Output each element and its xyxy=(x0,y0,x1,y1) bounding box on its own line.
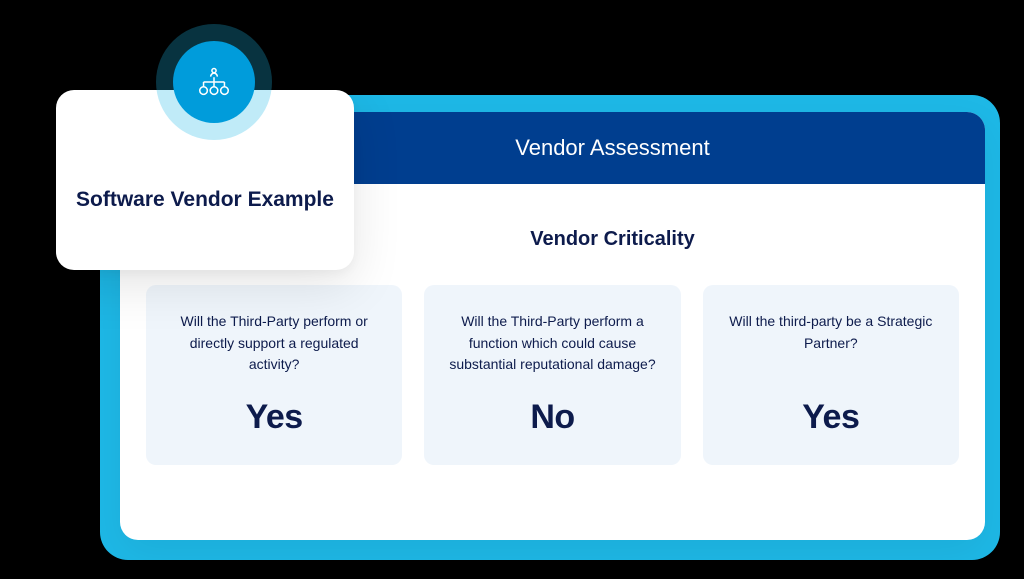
criticality-question: Will the Third-Party perform a function … xyxy=(442,311,662,376)
criticality-card: Will the Third-Party perform or directly… xyxy=(146,285,402,465)
example-card-title: Software Vendor Example xyxy=(76,185,334,214)
criticality-question: Will the Third-Party perform or directly… xyxy=(164,311,384,376)
org-hierarchy-icon xyxy=(195,63,233,101)
panel-header-title: Vendor Assessment xyxy=(515,135,709,161)
criticality-card: Will the Third-Party perform a function … xyxy=(424,285,680,465)
example-icon-halo xyxy=(156,24,272,140)
criticality-answer: Yes xyxy=(721,398,941,437)
criticality-answer: Yes xyxy=(164,398,384,437)
criticality-question: Will the third-party be a Strategic Part… xyxy=(721,311,941,354)
criticality-cards: Will the Third-Party perform or directly… xyxy=(120,251,985,465)
criticality-answer: No xyxy=(442,398,662,437)
criticality-card: Will the third-party be a Strategic Part… xyxy=(703,285,959,465)
example-icon-circle xyxy=(173,41,255,123)
